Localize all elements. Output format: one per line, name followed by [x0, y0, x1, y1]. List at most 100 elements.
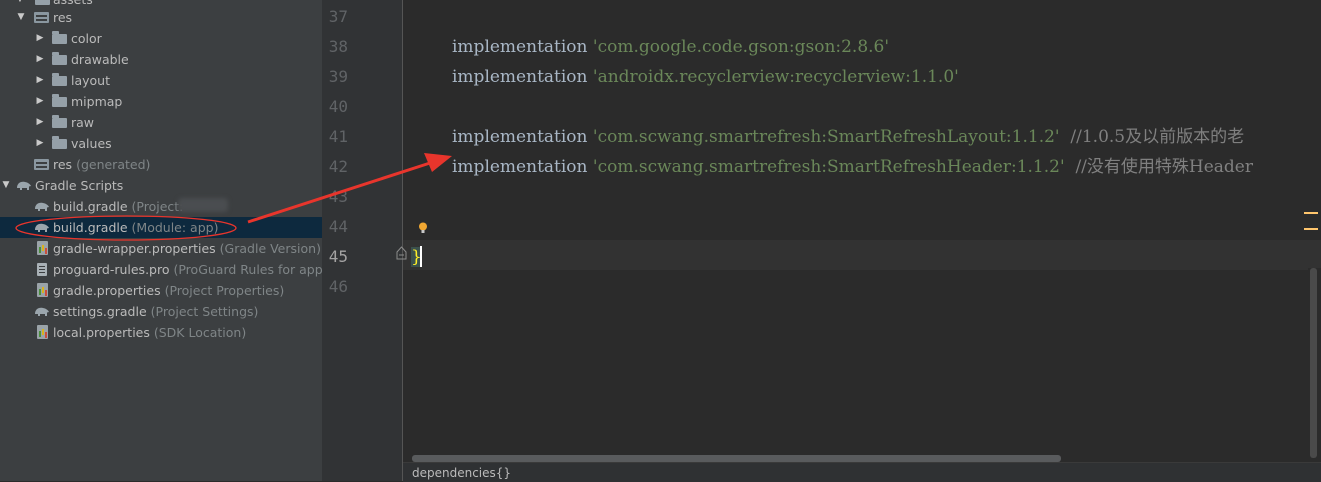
- tree-item-layout[interactable]: ▶ layout: [0, 70, 322, 91]
- tree-item-hint: (generated): [76, 157, 151, 172]
- code-line-38[interactable]: implementation 'com.google.code.gson:gso…: [452, 37, 889, 57]
- code-string: 'com.scwang.smartrefresh:SmartRefreshHea…: [592, 157, 1065, 177]
- text-file-icon: [37, 263, 47, 276]
- tree-item-gradle-scripts[interactable]: ▼ Gradle Scripts: [0, 175, 322, 196]
- tree-item-drawable[interactable]: ▶ drawable: [0, 49, 322, 70]
- tree-item-label: Gradle Scripts: [35, 178, 124, 193]
- properties-file-icon: [37, 325, 48, 339]
- tree-item-hint: (Project Settings): [150, 304, 259, 319]
- editor-gutter[interactable]: 37 38 39 40 41 42 43 44 45 46: [322, 0, 402, 481]
- fold-marker-icon[interactable]: [396, 246, 407, 260]
- vertical-scrollbar-thumb[interactable]: [1310, 268, 1317, 458]
- gradle-icon: [35, 223, 49, 232]
- res-folder-icon: [34, 159, 49, 170]
- code-keyword: implementation: [452, 37, 593, 57]
- res-folder-icon: [34, 12, 49, 23]
- breadcrumb-item[interactable]: dependencies{}: [412, 466, 511, 480]
- chevron-right-icon[interactable]: ▶: [34, 49, 46, 70]
- arrow-head-icon: [424, 153, 452, 172]
- line-number: 43: [328, 187, 348, 206]
- line-number: 39: [328, 67, 348, 86]
- tree-item-gradle-wrapper-properties[interactable]: gradle-wrapper.properties (Gradle Versio…: [0, 238, 322, 259]
- horizontal-scrollbar-thumb[interactable]: [412, 455, 1061, 462]
- tree-item-res[interactable]: ▼ res: [0, 7, 322, 28]
- code-string: 'com.scwang.smartrefresh:SmartRefreshLay…: [592, 127, 1060, 147]
- folder-icon: [52, 94, 67, 107]
- tree-item-hint: (SDK Location): [153, 325, 247, 340]
- tree-item-hint: (Gradle Version): [219, 241, 321, 256]
- folder-icon: [52, 115, 67, 128]
- code-line-39[interactable]: implementation 'androidx.recyclerview:re…: [452, 67, 959, 87]
- tree-item-label: mipmap: [71, 94, 123, 109]
- tree-item-color[interactable]: ▶ color: [0, 28, 322, 49]
- tree-item-label: gradle.properties (Project Properties): [53, 280, 284, 301]
- code-string: 'com.google.code.gson:gson:2.8.6': [592, 37, 890, 57]
- text-caret: [420, 246, 422, 267]
- tree-item-hint: (Project Properties): [164, 283, 285, 298]
- current-line-highlight: [403, 240, 1321, 270]
- tree-item-label: local.properties (SDK Location): [53, 322, 246, 343]
- line-number: 44: [328, 217, 348, 236]
- chevron-down-icon[interactable]: ▼: [0, 175, 12, 196]
- tree-item-label: values: [71, 136, 112, 151]
- tree-item-label: build.gradle (Module: app): [53, 217, 218, 238]
- line-number: 40: [328, 97, 348, 116]
- folder-icon: [52, 136, 67, 149]
- tree-item-name: res: [53, 157, 73, 172]
- tree-item-name: gradle.properties: [53, 283, 161, 298]
- code-string: 'androidx.recyclerview:recyclerview:1.1.…: [592, 67, 959, 87]
- chevron-right-icon[interactable]: ▶: [34, 112, 46, 133]
- tree-item-res-generated[interactable]: res (generated): [0, 154, 322, 175]
- tree-item-mipmap[interactable]: ▶ mipmap: [0, 91, 322, 112]
- tree-item-hint: (Module: app): [131, 220, 219, 235]
- project-tree: ▼ assets ▼ res ▶ color ▶ drawable ▶ layo…: [0, 0, 322, 481]
- gradle-icon: [35, 307, 49, 316]
- chevron-right-icon[interactable]: ▶: [34, 28, 46, 49]
- code-keyword: implementation: [452, 157, 593, 177]
- line-number: 41: [328, 127, 348, 146]
- folder-icon: [52, 73, 67, 86]
- chevron-right-icon[interactable]: ▶: [34, 133, 46, 154]
- gradle-icon: [35, 202, 49, 211]
- tree-item-label: gradle-wrapper.properties (Gradle Versio…: [53, 238, 321, 259]
- tree-item-label: settings.gradle (Project Settings): [53, 301, 258, 322]
- tree-item-name: build.gradle: [53, 199, 128, 214]
- tree-item-label: res: [53, 10, 73, 25]
- code-line-42[interactable]: implementation 'com.scwang.smartrefresh:…: [452, 157, 1253, 177]
- error-stripe-mark[interactable]: [1304, 212, 1318, 214]
- tree-item-name: local.properties: [53, 325, 150, 340]
- tree-item-settings-gradle[interactable]: settings.gradle (Project Settings): [0, 301, 322, 322]
- code-keyword: implementation: [452, 67, 593, 87]
- tree-item-name: build.gradle: [53, 220, 128, 235]
- chevron-down-icon[interactable]: ▼: [15, 7, 27, 28]
- chevron-right-icon[interactable]: ▶: [34, 70, 46, 91]
- tree-item-build-gradle-app[interactable]: build.gradle (Module: app): [0, 217, 322, 238]
- properties-file-icon: [37, 283, 48, 297]
- tree-item-gradle-properties[interactable]: gradle.properties (Project Properties): [0, 280, 322, 301]
- tree-item-build-gradle-project[interactable]: build.gradle (Project:: [0, 196, 322, 217]
- chevron-right-icon[interactable]: ▶: [34, 91, 46, 112]
- line-number-current: 45: [328, 247, 348, 266]
- tree-item-name: proguard-rules.pro: [53, 262, 170, 277]
- folder-icon: [35, 0, 50, 5]
- lightbulb-icon[interactable]: [418, 222, 428, 234]
- line-number: 42: [328, 157, 348, 176]
- tree-item-raw[interactable]: ▶ raw: [0, 112, 322, 133]
- tree-item-values[interactable]: ▶ values: [0, 133, 322, 154]
- tree-item-proguard-rules[interactable]: proguard-rules.pro (ProGuard Rules for a…: [0, 259, 322, 280]
- line-number: 46: [328, 277, 348, 296]
- tree-item-name: gradle-wrapper.properties: [53, 241, 216, 256]
- error-stripe-mark[interactable]: [1304, 228, 1318, 230]
- code-comment: //没有使用特殊Header: [1064, 157, 1253, 177]
- breadcrumb[interactable]: dependencies{}: [403, 462, 1321, 482]
- tree-item-label: build.gradle (Project:: [53, 196, 183, 217]
- code-keyword: implementation: [452, 127, 593, 147]
- tree-item-label: res (generated): [53, 154, 150, 175]
- properties-file-icon: [37, 241, 48, 255]
- code-line-41[interactable]: implementation 'com.scwang.smartrefresh:…: [452, 127, 1244, 147]
- tree-item-label: drawable: [71, 52, 129, 67]
- tree-item-label: raw: [71, 115, 95, 130]
- code-comment: //1.0.5及以前版本的老: [1059, 127, 1245, 147]
- tree-item-local-properties[interactable]: local.properties (SDK Location): [0, 322, 322, 343]
- redacted-area: [178, 198, 228, 212]
